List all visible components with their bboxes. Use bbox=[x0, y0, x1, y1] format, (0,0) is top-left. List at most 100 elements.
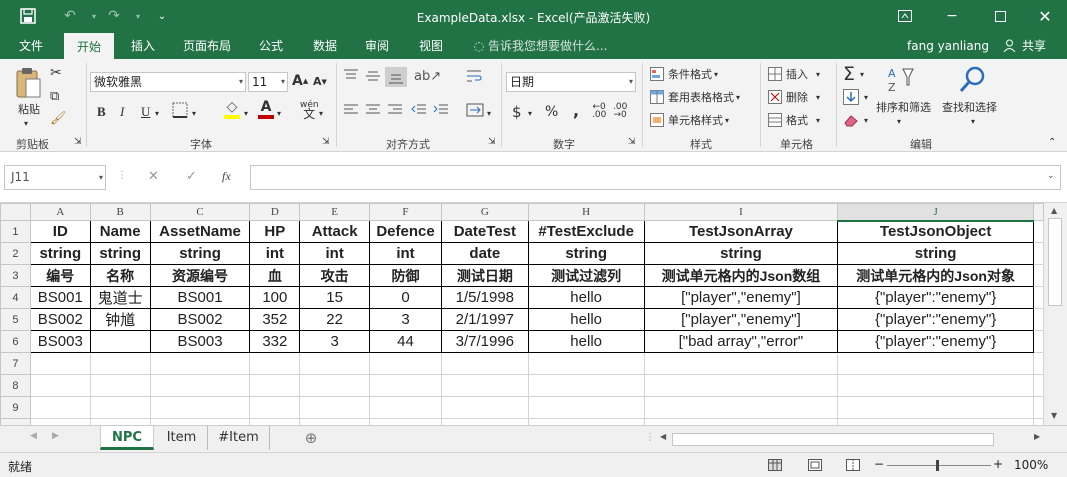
italic-button[interactable]: I bbox=[120, 104, 124, 120]
cell[interactable]: BS001 bbox=[29, 286, 91, 309]
column-header[interactable]: E bbox=[299, 203, 371, 221]
cell[interactable] bbox=[89, 396, 151, 419]
row-header[interactable]: 9 bbox=[0, 396, 31, 419]
tab-split-handle-icon[interactable]: ⋮ bbox=[645, 432, 655, 443]
cell[interactable] bbox=[643, 352, 839, 375]
expand-formula-icon[interactable]: ⌄ bbox=[1047, 171, 1055, 181]
clear-button[interactable]: ▾ bbox=[843, 113, 868, 127]
align-top-icon[interactable] bbox=[343, 69, 359, 83]
increase-indent-icon[interactable] bbox=[433, 103, 449, 117]
cell[interactable]: AssetName bbox=[149, 220, 251, 243]
cell[interactable]: string bbox=[643, 242, 839, 265]
cell[interactable] bbox=[299, 374, 371, 397]
zoom-level[interactable]: 100% bbox=[1014, 458, 1048, 472]
align-bottom-icon[interactable] bbox=[385, 67, 407, 87]
column-header[interactable]: C bbox=[149, 203, 251, 221]
page-break-view-icon[interactable] bbox=[846, 459, 860, 474]
cell[interactable]: {"player":"enemy"} bbox=[837, 286, 1034, 309]
font-size-select[interactable]: 11 ▾ bbox=[248, 72, 288, 92]
decrease-decimal-icon[interactable]: .00 →0 bbox=[613, 103, 627, 120]
format-cells-button[interactable]: 格式 ▾ bbox=[768, 112, 820, 128]
shrink-font-button[interactable]: A ▼ bbox=[313, 75, 327, 88]
cell[interactable] bbox=[369, 352, 442, 375]
increase-decimal-icon[interactable]: ←0.00 bbox=[592, 103, 606, 120]
cell[interactable]: {"player":"enemy"} bbox=[837, 308, 1034, 331]
tab-home[interactable]: 开始 bbox=[64, 33, 114, 59]
tab-insert[interactable]: 插入 bbox=[122, 33, 164, 59]
cell[interactable] bbox=[1032, 396, 1044, 419]
horizontal-scrollbar[interactable]: ◀ ▶ bbox=[658, 432, 1046, 447]
cell[interactable] bbox=[1032, 330, 1044, 353]
cell[interactable]: DateTest bbox=[440, 220, 529, 243]
cell[interactable] bbox=[1032, 286, 1044, 309]
ribbon-display-icon[interactable] bbox=[895, 6, 915, 26]
borders-icon[interactable] bbox=[172, 102, 188, 118]
cell[interactable] bbox=[527, 374, 645, 397]
cell[interactable] bbox=[440, 374, 529, 397]
cell[interactable] bbox=[29, 352, 91, 375]
percent-button[interactable]: % bbox=[545, 104, 558, 120]
currency-button[interactable]: $ bbox=[512, 103, 522, 121]
cell[interactable] bbox=[1032, 308, 1044, 331]
cell[interactable]: BS003 bbox=[149, 330, 251, 353]
number-launcher-icon[interactable]: ⇲ bbox=[628, 137, 636, 147]
cell[interactable]: 攻击 bbox=[299, 264, 371, 287]
alignment-launcher-icon[interactable]: ⇲ bbox=[488, 137, 496, 147]
row-header[interactable]: 3 bbox=[0, 264, 31, 287]
font-launcher-icon[interactable]: ⇲ bbox=[322, 137, 330, 147]
zoom-slider[interactable] bbox=[887, 465, 991, 466]
merge-center-icon[interactable] bbox=[466, 103, 484, 117]
cell[interactable]: ["bad array","error" bbox=[643, 330, 839, 353]
row-header[interactable]: 7 bbox=[0, 352, 31, 375]
cell[interactable] bbox=[149, 374, 251, 397]
cell[interactable] bbox=[249, 352, 301, 375]
zoom-in-button[interactable]: + bbox=[993, 457, 1003, 471]
row-header[interactable]: 6 bbox=[0, 330, 31, 353]
sort-dropdown-icon[interactable]: ▾ bbox=[897, 117, 901, 126]
add-sheet-button[interactable]: ⊕ bbox=[300, 426, 322, 450]
cell[interactable]: 3/7/1996 bbox=[440, 330, 529, 353]
cell[interactable]: 测试单元格内的Json对象 bbox=[837, 264, 1034, 287]
sort-filter-icon[interactable]: AZ bbox=[886, 65, 914, 95]
grow-font-button[interactable]: A ▲ bbox=[292, 73, 308, 89]
cell[interactable]: ID bbox=[29, 220, 91, 243]
sheet-tab-hash-item[interactable]: #Item bbox=[208, 426, 270, 450]
cell[interactable] bbox=[643, 374, 839, 397]
cell[interactable] bbox=[1032, 220, 1044, 243]
cell[interactable] bbox=[369, 396, 442, 419]
cell[interactable]: 资源编号 bbox=[149, 264, 251, 287]
cell[interactable]: 1/5/1998 bbox=[440, 286, 529, 309]
underline-dropdown-icon[interactable]: ▾ bbox=[155, 109, 159, 118]
row-header[interactable]: 4 bbox=[0, 286, 31, 309]
cell[interactable] bbox=[149, 396, 251, 419]
cell[interactable] bbox=[527, 396, 645, 419]
cell[interactable]: Attack bbox=[299, 220, 371, 243]
cell[interactable]: string bbox=[527, 242, 645, 265]
cancel-icon[interactable]: ✕ bbox=[148, 169, 159, 184]
drag-handle-icon[interactable]: ⋮ bbox=[117, 170, 127, 181]
sheet-tab-npc[interactable]: NPC bbox=[100, 426, 154, 450]
scroll-right-icon[interactable]: ▶ bbox=[1034, 432, 1040, 441]
column-header[interactable]: B bbox=[89, 203, 151, 221]
cell[interactable] bbox=[89, 330, 151, 353]
scroll-up-icon[interactable]: ▲ bbox=[1051, 206, 1057, 215]
h-scroll-thumb[interactable] bbox=[672, 433, 994, 446]
cell[interactable]: BS001 bbox=[149, 286, 251, 309]
cell[interactable]: string bbox=[89, 242, 151, 265]
cell[interactable]: Name bbox=[89, 220, 151, 243]
cell-styles-button[interactable]: 单元格样式 ▾ bbox=[650, 112, 729, 128]
cell[interactable] bbox=[1032, 242, 1044, 265]
cell[interactable] bbox=[527, 352, 645, 375]
cell[interactable] bbox=[837, 396, 1034, 419]
cell[interactable] bbox=[89, 352, 151, 375]
cell[interactable]: HP bbox=[249, 220, 301, 243]
vertical-scrollbar[interactable]: ▲ ▼ bbox=[1044, 203, 1067, 425]
cell[interactable]: int bbox=[369, 242, 442, 265]
cell[interactable]: 0 bbox=[369, 286, 442, 309]
cell[interactable] bbox=[249, 396, 301, 419]
scroll-left-icon[interactable]: ◀ bbox=[660, 432, 666, 441]
cell[interactable]: Defence bbox=[369, 220, 442, 243]
delete-cells-button[interactable]: 删除 ▾ bbox=[768, 89, 820, 105]
cell[interactable]: int bbox=[299, 242, 371, 265]
paste-dropdown-icon[interactable]: ▾ bbox=[24, 119, 28, 128]
